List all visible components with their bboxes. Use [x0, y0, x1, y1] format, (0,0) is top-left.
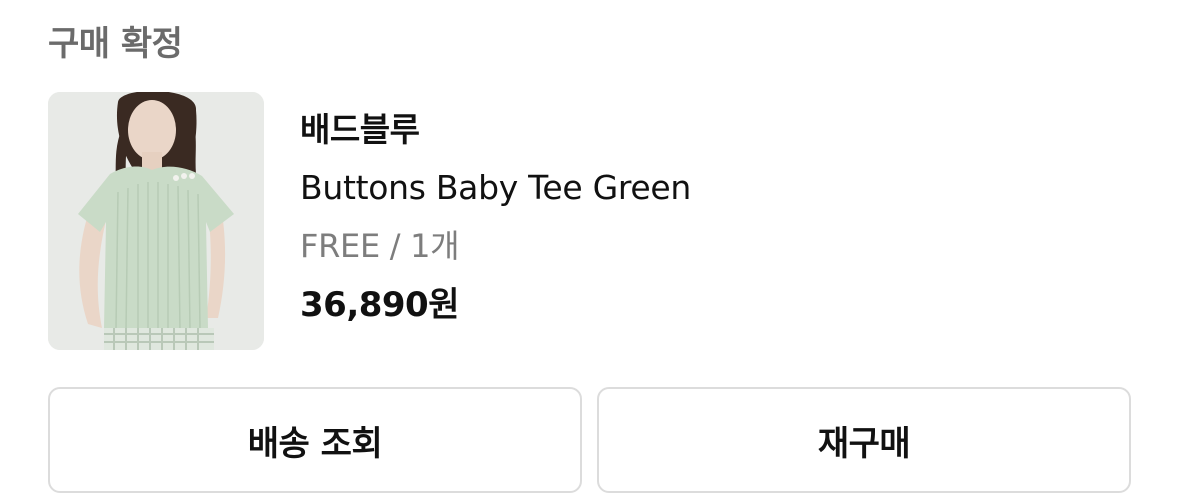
order-status-label: 구매 확정 [48, 24, 183, 64]
product-thumbnail[interactable] [48, 92, 264, 350]
product-info: 배드블루 Buttons Baby Tee Green FREE / 1개 36… [300, 104, 691, 330]
product-photo [48, 92, 264, 350]
product-price: 36,890원 [300, 285, 459, 325]
rebuy-button[interactable]: 재구매 [597, 387, 1131, 493]
track-delivery-button[interactable]: 배송 조회 [48, 387, 582, 493]
product-brand[interactable]: 배드블루 [300, 104, 691, 156]
product-name[interactable]: Buttons Baby Tee Green [300, 164, 691, 212]
product-option: FREE / 1개 [300, 227, 460, 265]
order-item-card: 구매 확정 배드블루 Buttons Baby Tee Green FREE /… [0, 0, 1179, 499]
